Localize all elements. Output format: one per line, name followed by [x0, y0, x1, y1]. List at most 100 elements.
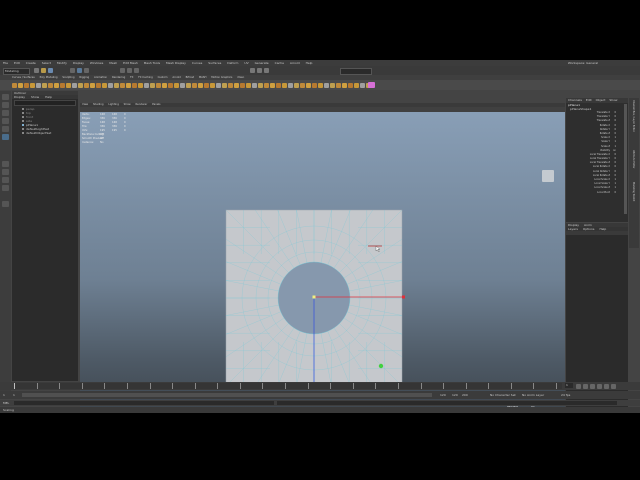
open-scene-icon[interactable] [41, 68, 46, 73]
shelf-tool-icon[interactable] [312, 82, 317, 88]
channel-attribute-row[interactable]: Local Pivot 0 [566, 191, 628, 195]
step-back-icon[interactable] [583, 383, 588, 389]
shelf-tool-icon[interactable] [18, 82, 23, 88]
outliner-menu-show[interactable]: Show [31, 95, 39, 99]
outliner-menu-help[interactable]: Help [45, 95, 52, 99]
command-language-label[interactable]: MEL [3, 400, 9, 406]
range-end-outer-field[interactable]: 200 [462, 391, 468, 399]
shelf-tool-icon[interactable] [90, 82, 95, 88]
shelf-tool-icon[interactable] [132, 82, 137, 88]
layer-menu-help[interactable]: Help [599, 227, 606, 231]
mode-dropdown[interactable]: Modeling [3, 68, 30, 75]
shelf-tool-icon[interactable] [84, 82, 89, 88]
outliner-menu-display[interactable]: Display [14, 95, 25, 99]
layer-menu-options[interactable]: Options [583, 227, 595, 231]
go-to-start-icon[interactable] [576, 383, 581, 389]
layout-icon[interactable] [2, 185, 9, 191]
shelf-tool-icon[interactable] [300, 82, 305, 88]
outliner-search[interactable] [14, 100, 76, 106]
single-view-icon[interactable] [2, 161, 9, 167]
search-field[interactable] [340, 68, 372, 75]
shelf-tool-icon[interactable] [78, 82, 83, 88]
range-bar[interactable] [22, 393, 432, 397]
shelf-tool-icon[interactable] [348, 82, 353, 88]
shelf-tool-icon[interactable] [318, 82, 323, 88]
snap-grid-icon[interactable] [120, 68, 125, 73]
persp-outliner-icon[interactable] [2, 177, 9, 183]
shelf-tool-icon[interactable] [222, 82, 227, 88]
shelf-tool-icon[interactable] [264, 82, 269, 88]
shelf-tool-icon[interactable] [102, 82, 107, 88]
outliner-item[interactable]: defaultObjectSet [22, 131, 78, 135]
range-start-inner-field[interactable]: 1 [13, 391, 15, 399]
play-back-icon[interactable] [590, 383, 595, 389]
shelf-tool-icon[interactable] [162, 82, 167, 88]
shelf-tool-icon[interactable] [330, 82, 335, 88]
command-input[interactable] [14, 401, 274, 405]
snap-curve-icon[interactable] [127, 68, 132, 73]
shelf-tool-icon[interactable] [234, 82, 239, 88]
shelf-tool-icon[interactable] [180, 82, 185, 88]
shelf-tool-icon[interactable] [114, 82, 119, 88]
shelf-tool-icon[interactable] [282, 82, 287, 88]
channel-tab-edit[interactable]: Edit [586, 98, 592, 102]
shelf-tool-icon[interactable] [60, 82, 65, 88]
shelf-tool-icon[interactable] [126, 82, 131, 88]
shelf-tool-icon[interactable] [24, 82, 29, 88]
shelf-tool-icon[interactable] [324, 82, 329, 88]
shelf-tool-icon[interactable] [72, 82, 77, 88]
scale-tool-icon[interactable] [2, 134, 9, 140]
shelf-tool-icon[interactable] [204, 82, 209, 88]
play-forward-icon[interactable] [597, 383, 602, 389]
channel-tab-show[interactable]: Show [609, 98, 617, 102]
shelf-tool-icon[interactable] [174, 82, 179, 88]
side-tab-attribute-editor[interactable]: Attribute Editor [632, 150, 635, 180]
shelf-tool-icon[interactable] [150, 82, 155, 88]
layer-menu-layers[interactable]: Layers [568, 227, 578, 231]
current-time-indicator[interactable] [14, 383, 15, 389]
shelf-tool-icon[interactable] [138, 82, 143, 88]
channel-tab-object[interactable]: Object [596, 98, 606, 102]
snap-point-icon[interactable] [134, 68, 139, 73]
render-icon[interactable] [250, 68, 255, 73]
move-tool-icon[interactable] [2, 118, 9, 124]
shelf-tool-icon[interactable] [210, 82, 215, 88]
shelf-tool-icon[interactable] [192, 82, 197, 88]
select-object-icon[interactable] [77, 68, 82, 73]
time-slider-track[interactable] [14, 383, 562, 389]
step-forward-icon[interactable] [604, 383, 609, 389]
search-icon[interactable] [2, 201, 9, 207]
shelf-tool-icon[interactable] [42, 82, 47, 88]
go-to-end-icon[interactable] [611, 383, 616, 389]
shelf-tool-icon[interactable] [252, 82, 257, 88]
side-tab-channel-box[interactable]: Channel Box / Layer Editor [632, 100, 635, 148]
shelf-tool-icon[interactable] [66, 82, 71, 88]
shelf-tool-icon[interactable] [288, 82, 293, 88]
shelf-tool-icon[interactable] [228, 82, 233, 88]
shelf-tool-icon[interactable] [168, 82, 173, 88]
shelf-tool-icon[interactable] [360, 82, 365, 88]
shelf-tool-icon[interactable] [306, 82, 311, 88]
new-scene-icon[interactable] [34, 68, 39, 73]
viewport-persp[interactable]: View Shading Lighting Show Renderer Pane… [80, 103, 565, 413]
shelf-tool-icon[interactable] [294, 82, 299, 88]
shelf-tool-icon[interactable] [186, 82, 191, 88]
shelf-tool-icon[interactable] [156, 82, 161, 88]
shelf-tool-icon[interactable] [54, 82, 59, 88]
save-scene-icon[interactable] [48, 68, 53, 73]
range-end-field[interactable]: 120 [452, 391, 458, 399]
current-frame-field[interactable]: 1 [565, 383, 573, 388]
shelf-tool-icon[interactable] [246, 82, 251, 88]
four-view-icon[interactable] [2, 169, 9, 175]
shelf-tool-icon[interactable] [108, 82, 113, 88]
shelf-tool-icon[interactable] [240, 82, 245, 88]
select-hierarchy-icon[interactable] [70, 68, 75, 73]
side-tab-modeling-toolkit[interactable]: Modeling Toolkit [632, 182, 635, 212]
shelf-tool-icon[interactable] [12, 82, 17, 88]
time-slider[interactable]: 1 [0, 382, 640, 390]
shelf-tool-icon[interactable] [270, 82, 275, 88]
shelf-tool-icon[interactable] [96, 82, 101, 88]
shelf-tool-icon[interactable] [342, 82, 347, 88]
channel-box-scrollbar[interactable] [624, 104, 627, 214]
channel-tab-channels[interactable]: Channels [568, 98, 582, 102]
